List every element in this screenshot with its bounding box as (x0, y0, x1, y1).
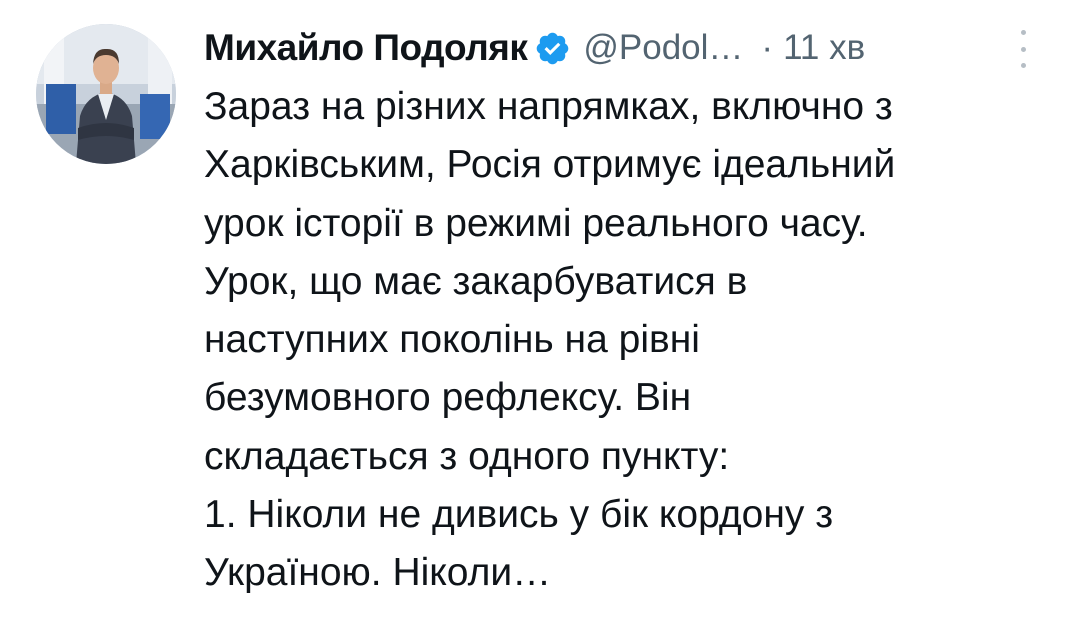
tweet-timestamp[interactable]: 11 хв (783, 28, 865, 68)
author-name[interactable]: Михайло Подоляк (204, 27, 528, 69)
tweet-header: Михайло Подоляк @Podol… · 11 хв (204, 22, 865, 74)
tweet-text-line: 1. Ніколи не дивись у бік кордону з (204, 493, 834, 537)
more-dot (1020, 46, 1026, 52)
verified-badge-icon (534, 30, 571, 67)
tweet-text-line: Урок, що має закарбуватися в (204, 259, 748, 303)
more-dot (1020, 63, 1026, 68)
tweet-text-line: Зараз на різних напрямках, включно з (204, 85, 893, 128)
more-dot (1020, 30, 1026, 35)
tweet-text-line: безумовного рефлексу. Він (204, 376, 692, 420)
tweet-card[interactable]: Михайло Подоляк @Podol… · 11 хв Зараз на… (0, 0, 1080, 636)
tweet-text-line: складається з одного пункту: (204, 434, 730, 478)
tweet-text-line: Харківським, Росія отримує ідеальний (204, 143, 896, 187)
tweet-text-line: урок історії в режимі реального часу. (204, 201, 868, 245)
tweet-text-line: Україною. Ніколи… (204, 551, 552, 595)
more-vertical-icon[interactable] (1016, 30, 1030, 68)
avatar[interactable] (36, 24, 176, 164)
avatar-photo (36, 24, 176, 164)
tweet-text: Зараз на різних напрямках, включно з Хар… (204, 78, 1064, 603)
header-separator: · (761, 28, 774, 67)
tweet-text-line: наступних поколінь на рівні (204, 318, 700, 362)
author-handle[interactable]: @Podol… (583, 28, 743, 68)
